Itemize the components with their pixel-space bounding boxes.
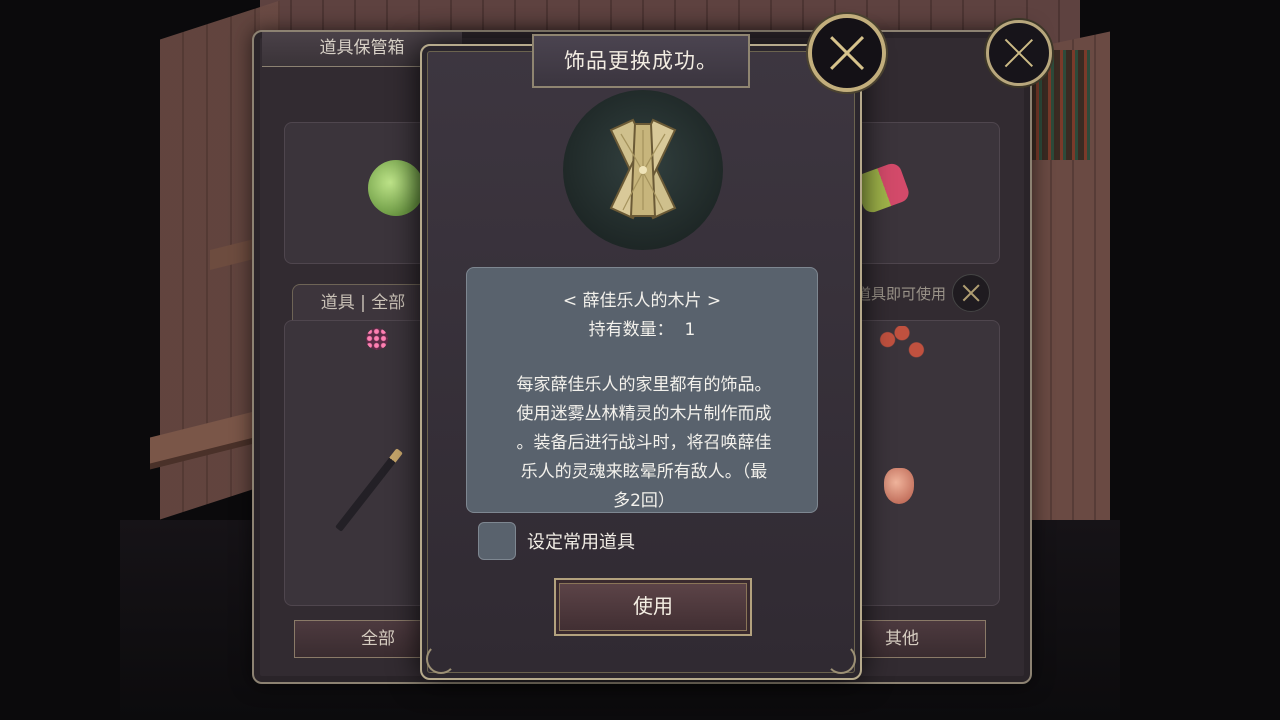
cactus-item-icon[interactable] [368,160,424,216]
item-name: < 薛佳乐人的木片 > [562,291,722,311]
dialog-title: 饰品更换成功。 [532,34,750,88]
corner-ornament [826,644,856,674]
storage-close-button[interactable] [986,20,1052,86]
tab-items-all[interactable]: 道具 | 全部 [292,284,434,321]
quantity-value: 1 [684,320,696,340]
use-item-button[interactable]: 使用 [554,578,752,636]
wooden-chip-icon [609,118,677,220]
favorite-item-label: 设定常用道具 [527,532,635,553]
item-quantity: 持有数量： 1 [467,315,817,340]
item-description: 每家薛佳乐人的家里都有的饰品。 使用迷雾丛林精灵的木片制作而成 。装备后进行战斗… [516,375,772,511]
item-icon-frame [563,90,723,250]
berry-item-icon[interactable] [366,328,388,350]
dialog-close-button[interactable] [808,14,886,92]
favorite-item-checkbox[interactable] [478,522,516,560]
item-description-box: < 薛佳乐人的木片 > 持有数量： 1 每家薛佳乐人的家里都有的饰品。 使用迷雾… [466,267,818,513]
corner-ornament [426,644,456,674]
acorn-item-icon[interactable] [884,468,914,504]
quantity-label: 持有数量： [588,320,674,340]
sausage-item-icon[interactable] [878,326,926,360]
hint-close-icon[interactable] [952,274,990,312]
